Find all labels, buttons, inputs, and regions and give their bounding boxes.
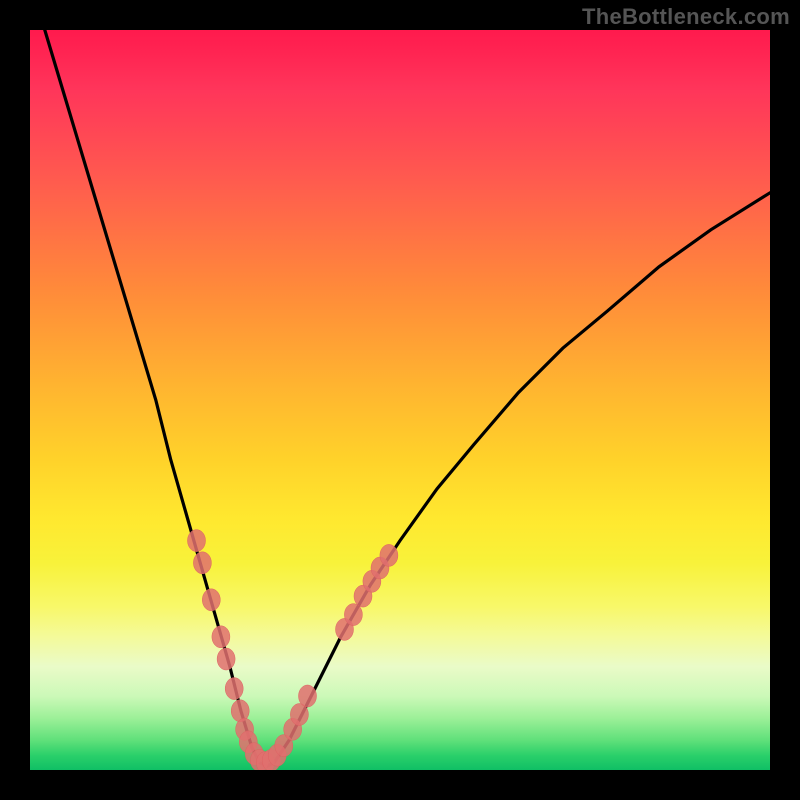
- chart-svg: [30, 30, 770, 770]
- chart-frame: TheBottleneck.com: [0, 0, 800, 800]
- chart-plot-area: [30, 30, 770, 770]
- chart-marker: [344, 604, 362, 626]
- attribution-text: TheBottleneck.com: [582, 4, 790, 30]
- chart-marker: [225, 678, 243, 700]
- chart-marker: [193, 552, 211, 574]
- chart-marker: [188, 530, 206, 552]
- chart-marker: [212, 626, 230, 648]
- chart-curve: [45, 30, 770, 766]
- chart-marker: [299, 685, 317, 707]
- chart-marker: [217, 648, 235, 670]
- chart-marker: [380, 544, 398, 566]
- chart-marker: [202, 589, 220, 611]
- chart-markers: [188, 530, 398, 770]
